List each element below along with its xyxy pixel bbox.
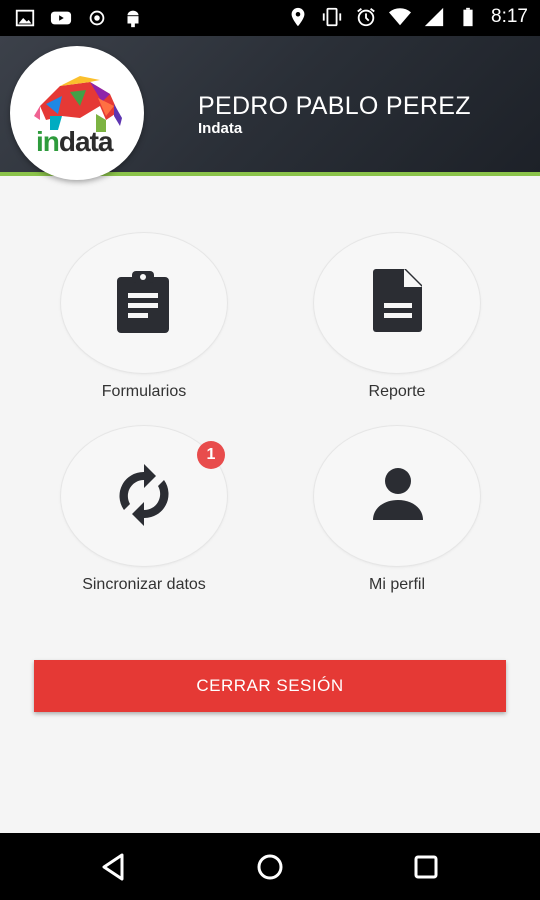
location-target-icon [89, 10, 105, 26]
status-bar: 8:17 [0, 0, 540, 36]
recents-icon[interactable] [410, 851, 442, 883]
clipboard-icon [117, 271, 169, 333]
vibrate-icon [322, 7, 342, 27]
youtube-icon [50, 11, 72, 25]
document-icon [373, 269, 422, 332]
wifi-icon [389, 8, 412, 26]
navigation-bar [0, 833, 540, 900]
user-organization: Indata [198, 120, 243, 137]
menu-item-label: Mi perfil [368, 576, 425, 593]
image-icon [15, 9, 35, 27]
alarm-icon [357, 8, 375, 27]
android-icon [127, 10, 139, 28]
location-pin-icon [291, 7, 305, 27]
menu-item-label: Reporte [368, 383, 426, 400]
back-icon[interactable] [98, 851, 130, 883]
logout-button[interactable]: CERRAR SESIÓN [34, 660, 506, 712]
user-name: PEDRO PABLO PEREZ [198, 92, 471, 120]
menu-item-label: Formularios [101, 383, 187, 400]
person-icon [373, 468, 423, 520]
signal-icon [424, 7, 444, 27]
notification-badge: 1 [197, 441, 225, 469]
elephant-logo-icon [34, 76, 122, 132]
sync-icon [119, 464, 169, 526]
profile-header: indata PEDRO PABLO PEREZ Indata [0, 36, 540, 180]
clock: 8:17 [491, 6, 528, 27]
logo-text: indata [36, 126, 113, 157]
home-icon[interactable] [254, 851, 286, 883]
menu-item-label: Sincronizar datos [82, 576, 206, 593]
company-logo: indata [10, 46, 144, 180]
battery-icon [463, 7, 473, 27]
